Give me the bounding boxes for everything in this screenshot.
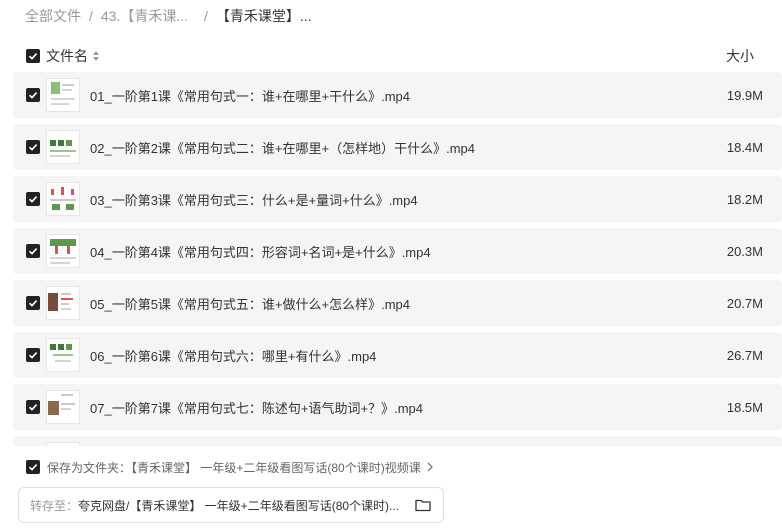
check-icon	[28, 464, 38, 471]
file-name: 04_一阶第4课《常用句式四：形容词+名词+是+什么》.mp4	[90, 244, 431, 260]
transfer-path: 夸克网盘/【青禾课堂】 一年级+二年级看图写话(80个课时)...	[78, 498, 400, 513]
video-thumbnail	[46, 234, 80, 268]
save-as-prefix: 保存为文件夹：	[47, 460, 132, 475]
file-size: 20.7M	[726, 295, 763, 311]
check-icon	[28, 92, 38, 99]
save-as-folder-option[interactable]: 保存为文件夹：【青禾课堂】 一年级+二年级看图写话(80个课时)视频课	[13, 456, 433, 478]
file-name: 02_一阶第2课《常用句式二：谁+在哪里+（怎样地）干什么》.mp4	[90, 140, 476, 156]
file-checkbox[interactable]	[26, 192, 40, 206]
file-checkbox[interactable]	[26, 244, 40, 258]
file-name: 06_一阶第6课《常用句式六：哪里+有什么》.mp4	[90, 348, 377, 364]
file-row[interactable]: 07_一阶第7课《常用句式七：陈述句+语气助词+？》.mp4 18.5M	[13, 384, 782, 430]
file-checkbox[interactable]	[26, 348, 40, 362]
file-list-header: 文件名 大小	[13, 44, 782, 68]
check-icon	[28, 196, 38, 203]
file-row[interactable]: 05_一阶第5课《常用句式五：谁+做什么+怎么样》.mp4 20.7M	[13, 280, 782, 326]
folder-icon[interactable]	[415, 498, 431, 512]
transfer-label: 转存至：	[30, 498, 79, 513]
check-icon	[28, 53, 38, 60]
video-thumbnail	[46, 338, 80, 372]
file-size: 20.3M	[726, 243, 763, 259]
file-name: 05_一阶第5课《常用句式五：谁+做什么+怎么样》.mp4	[90, 296, 411, 312]
save-as-folder-checkbox[interactable]	[26, 460, 40, 474]
column-header-size: 大小	[726, 48, 754, 64]
file-name: 03_一阶第3课《常用句式三：什么+是+量词+什么》.mp4	[90, 192, 418, 208]
check-icon	[28, 300, 38, 307]
file-checkbox[interactable]	[26, 400, 40, 414]
select-all-checkbox[interactable]	[26, 49, 40, 63]
video-thumbnail	[46, 130, 80, 164]
breadcrumb-separator: /	[204, 8, 208, 24]
check-icon	[28, 144, 38, 151]
file-size: 18.5M	[726, 399, 763, 415]
video-thumbnail	[46, 390, 80, 424]
breadcrumb-separator: /	[89, 8, 93, 24]
check-icon	[28, 352, 38, 359]
file-row[interactable]: 02_一阶第2课《常用句式二：谁+在哪里+（怎样地）干什么》.mp4 18.4M	[13, 124, 782, 170]
video-thumbnail	[46, 78, 80, 112]
file-checkbox[interactable]	[26, 88, 40, 102]
save-as-folder-label: 保存为文件夹：【青禾课堂】 一年级+二年级看图写话(80个课时)视频课	[47, 459, 421, 476]
video-thumbnail	[46, 286, 80, 320]
breadcrumb-parent[interactable]: 43.【青禾课...	[101, 6, 188, 26]
file-size: 19.9M	[726, 87, 763, 103]
file-row[interactable]: 04_一阶第4课《常用句式四：形容词+名词+是+什么》.mp4 20.3M	[13, 228, 782, 274]
file-row[interactable]: 01_一阶第1课《常用句式一：谁+在哪里+干什么》.mp4 19.9M	[13, 72, 782, 118]
file-size: 18.2M	[726, 191, 763, 207]
file-checkbox[interactable]	[26, 296, 40, 310]
file-size: 26.7M	[726, 347, 763, 363]
video-thumbnail	[46, 442, 80, 446]
column-header-name[interactable]: 文件名	[46, 46, 88, 66]
file-size: 18.4M	[726, 139, 763, 155]
breadcrumb-current: 【青禾课堂】...	[215, 8, 312, 24]
file-name: 07_一阶第7课《常用句式七：陈述句+语气助词+？》.mp4	[90, 400, 424, 416]
check-icon	[28, 404, 38, 411]
file-row-partial[interactable]	[13, 436, 782, 446]
breadcrumb: 全部文件 / 43.【青禾课... / 【青禾课堂】...	[25, 6, 312, 26]
chevron-right-icon[interactable]	[427, 462, 433, 472]
file-name: 01_一阶第1课《常用句式一：谁+在哪里+干什么》.mp4	[90, 88, 411, 104]
video-thumbnail	[46, 182, 80, 216]
file-row[interactable]: 06_一阶第6课《常用句式六：哪里+有什么》.mp4 26.7M	[13, 332, 782, 378]
file-list[interactable]: 01_一阶第1课《常用句式一：谁+在哪里+干什么》.mp4 19.9M 02_一…	[13, 72, 782, 446]
save-as-folder-name[interactable]: 【青禾课堂】 一年级+二年级看图写话(80个课时)视频课	[131, 461, 421, 475]
breadcrumb-root[interactable]: 全部文件	[25, 6, 81, 26]
sort-icon[interactable]	[92, 50, 100, 62]
transfer-destination-picker[interactable]: 转存至： 夸克网盘/【青禾课堂】 一年级+二年级看图写话(80个课时)...	[18, 487, 444, 523]
check-icon	[28, 248, 38, 255]
file-checkbox[interactable]	[26, 140, 40, 154]
file-row[interactable]: 03_一阶第3课《常用句式三：什么+是+量词+什么》.mp4 18.2M	[13, 176, 782, 222]
